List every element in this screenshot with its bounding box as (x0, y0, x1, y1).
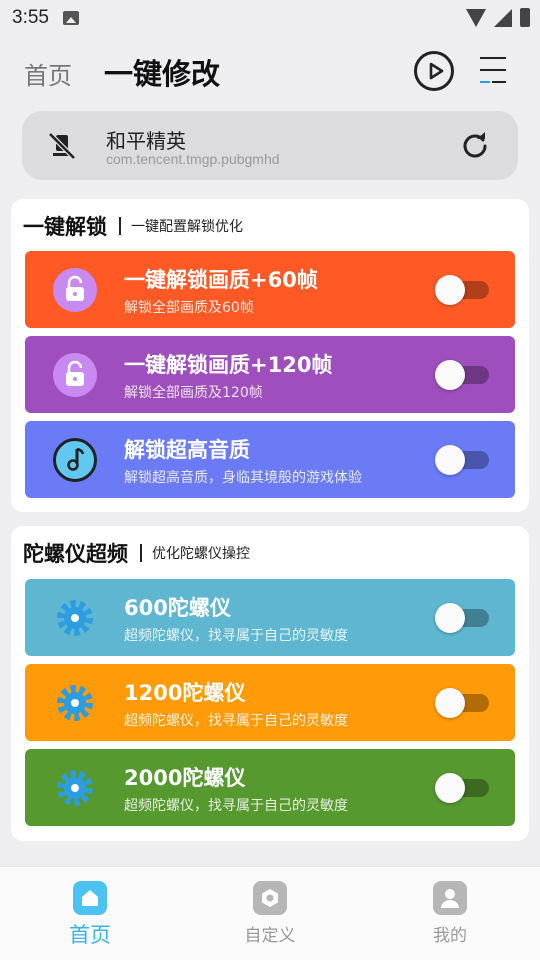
custom-icon (253, 881, 287, 915)
lock-icon (53, 353, 97, 397)
game-selector[interactable]: 和平精英 com.tencent.tmgp.pubgmhd (22, 111, 518, 180)
header: 首页 一键修改 (0, 40, 540, 104)
play-icon (429, 62, 444, 80)
section-title: 一键解锁 (23, 215, 107, 239)
option-desc: 解锁全部画质及60帧 (124, 300, 254, 316)
music-icon (53, 438, 97, 482)
menu-icon-line (480, 69, 506, 71)
nav-label: 首页 (69, 923, 111, 947)
toggle-switch[interactable] (435, 688, 489, 718)
signal-icon (494, 8, 512, 27)
option-title: 2000陀螺仪 (124, 766, 246, 790)
wifi-icon (466, 8, 486, 27)
section-subtitle: 优化陀螺仪操控 (152, 546, 250, 562)
nav-label: 我的 (433, 926, 467, 946)
nav-label: 自定义 (244, 926, 296, 946)
menu-icon-accent (480, 81, 490, 83)
section-subtitle: 一键配置解锁优化 (131, 219, 243, 235)
option-card[interactable]: 600陀螺仪 超频陀螺仪，找寻属于自己的灵敏度 (25, 579, 515, 656)
game-controller-off-icon (48, 132, 76, 160)
user-icon (433, 881, 467, 915)
option-title: 600陀螺仪 (124, 596, 231, 620)
option-card[interactable]: 一键解锁画质+60帧 解锁全部画质及60帧 (25, 251, 515, 328)
option-card[interactable]: 2000陀螺仪 超频陀螺仪，找寻属于自己的灵敏度 (25, 749, 515, 826)
lock-icon (53, 268, 97, 312)
divider (140, 544, 142, 562)
option-card[interactable]: 解锁超高音质 解锁超高音质，身临其境般的游戏体验 (25, 421, 515, 498)
option-desc: 解锁全部画质及120帧 (124, 385, 263, 401)
refresh-icon[interactable] (460, 131, 490, 161)
nav-custom[interactable]: 自定义 (220, 881, 320, 946)
page-title: 一键修改 (104, 57, 221, 91)
section-header: 一键解锁 一键配置解锁优化 (23, 211, 243, 241)
toggle-switch[interactable] (435, 603, 489, 633)
option-desc: 超频陀螺仪，找寻属于自己的灵敏度 (124, 798, 348, 814)
divider (119, 217, 121, 235)
toggle-switch[interactable] (435, 275, 489, 305)
option-card[interactable]: 一键解锁画质+120帧 解锁全部画质及120帧 (25, 336, 515, 413)
tab-home[interactable]: 首页 (24, 56, 72, 91)
option-title: 解锁超高音质 (124, 438, 250, 462)
gear-icon (53, 766, 97, 810)
option-title: 一键解锁画质+60帧 (124, 268, 318, 292)
section-title: 陀螺仪超频 (23, 542, 128, 566)
section-unlock: 一键解锁 一键配置解锁优化 一键解锁画质+60帧 解锁全部画质及60帧 一键解锁… (11, 199, 529, 512)
status-time: 3:55 (12, 7, 49, 28)
section-gyro: 陀螺仪超频 优化陀螺仪操控 600陀螺仪 超频陀螺仪，找寻属于自己的灵敏度 12… (11, 526, 529, 841)
option-title: 一键解锁画质+120帧 (124, 353, 333, 377)
image-notification-icon (62, 11, 79, 25)
option-desc: 解锁超高音质，身临其境般的游戏体验 (124, 470, 362, 486)
menu-button[interactable] (478, 55, 508, 85)
option-desc: 超频陀螺仪，找寻属于自己的灵敏度 (124, 713, 348, 729)
nav-home[interactable]: 首页 (40, 881, 140, 949)
play-button[interactable] (414, 51, 454, 91)
option-title: 1200陀螺仪 (124, 681, 246, 705)
section-header: 陀螺仪超频 优化陀螺仪操控 (23, 538, 250, 568)
toggle-switch[interactable] (435, 773, 489, 803)
toggle-switch[interactable] (435, 360, 489, 390)
status-bar: 3:55 (0, 0, 540, 36)
nav-profile[interactable]: 我的 (400, 881, 500, 946)
menu-icon (480, 57, 506, 59)
gear-icon (53, 681, 97, 725)
option-card[interactable]: 1200陀螺仪 超频陀螺仪，找寻属于自己的灵敏度 (25, 664, 515, 741)
status-icons (466, 8, 530, 27)
menu-icon-line (492, 81, 506, 83)
gear-icon (53, 596, 97, 640)
toggle-switch[interactable] (435, 445, 489, 475)
game-package: com.tencent.tmgp.pubgmhd (106, 151, 280, 167)
bottom-nav: 首页 自定义 我的 (0, 866, 540, 960)
game-name: 和平精英 (106, 129, 186, 153)
option-desc: 超频陀螺仪，找寻属于自己的灵敏度 (124, 628, 348, 644)
battery-icon (520, 8, 530, 27)
home-icon (73, 881, 107, 915)
